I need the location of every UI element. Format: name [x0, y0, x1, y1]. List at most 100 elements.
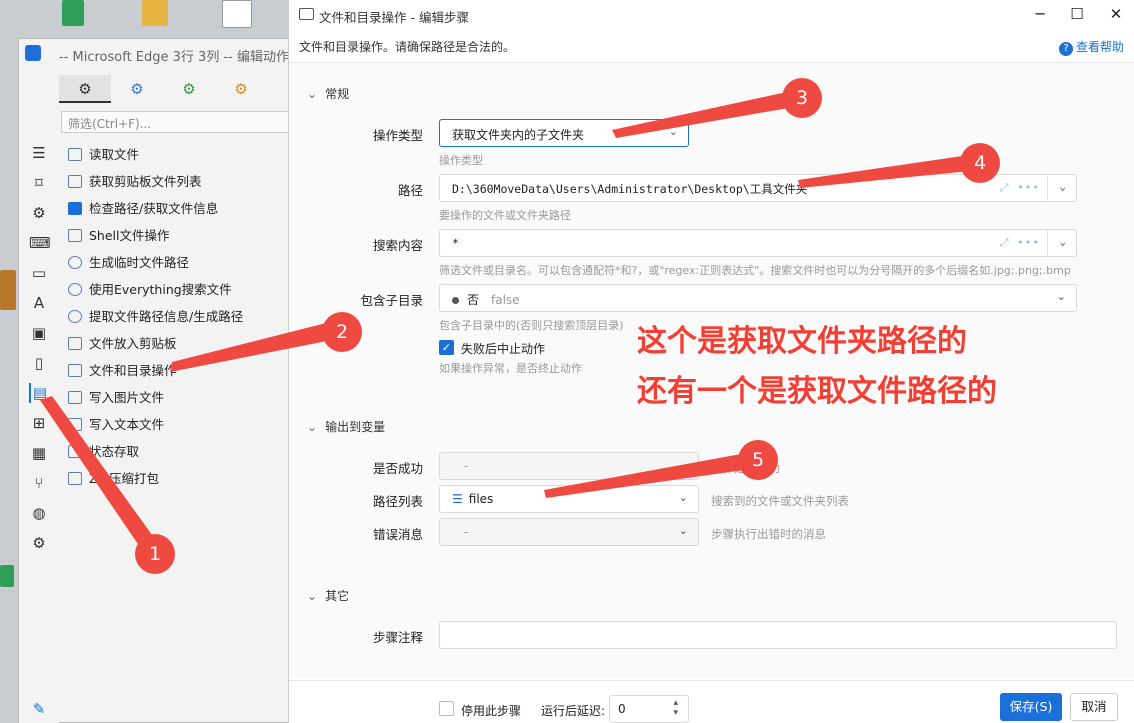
gear-icon: [68, 310, 82, 323]
clipboard-icon[interactable]: ▯: [29, 353, 49, 373]
help-icon: ?: [1059, 42, 1073, 56]
error-label: 错误消息: [372, 527, 423, 542]
spinner-icon[interactable]: ▴ ▾: [673, 698, 678, 718]
desktop-app-icon[interactable]: [0, 270, 16, 310]
action-item[interactable]: 文件放入剪贴板: [63, 330, 289, 357]
chevron-down-icon[interactable]: ⌄: [1059, 180, 1066, 193]
text-file-icon: [68, 418, 82, 431]
action-item[interactable]: 写入图片文件: [63, 384, 289, 411]
maximize-button[interactable]: ☐: [1066, 4, 1088, 24]
more-icon[interactable]: ⤢ •••: [1000, 181, 1040, 195]
subdir-label: 包含子目录: [360, 293, 423, 308]
document-icon[interactable]: [222, 0, 252, 28]
background-title-bar: -- Microsoft Edge 3行 3列 -- 编辑动作: [19, 39, 289, 69]
path-label: 路径: [397, 183, 423, 198]
search-help: 筛选文件或目录名。可以包含通配符*和?，或"regex:正则表达式"。搜索文件时…: [439, 264, 1071, 277]
branch-icon[interactable]: ⑂: [29, 473, 49, 493]
cancel-button[interactable]: 取消: [1070, 693, 1118, 721]
section-general[interactable]: ⌄ 常规: [307, 85, 349, 102]
op-type-select[interactable]: 获取文件夹内的子文件夹 ⌄: [439, 119, 689, 147]
action-item[interactable]: 写入文本文件: [63, 411, 289, 438]
chevron-down-icon: ⌄: [307, 420, 318, 434]
action-item[interactable]: 获取剪贴板文件列表: [63, 168, 289, 195]
text-icon[interactable]: A: [29, 293, 49, 313]
edit-step-dialog: 文件和目录操作 - 编辑步骤 ─ ☐ ✕ 文件和目录操作。请确保路径是合法的。 …: [288, 0, 1134, 723]
search-input[interactable]: * ⤢ ••• ⌄: [439, 229, 1077, 257]
section-output[interactable]: ⌄ 输出到变量: [307, 418, 385, 435]
shell-icon: [68, 229, 82, 242]
subdir-select[interactable]: 否 false ⌄: [439, 284, 1077, 312]
delay-input[interactable]: 0 ▴ ▾: [609, 695, 689, 723]
bookmark-icon[interactable]: ⌑: [29, 173, 49, 193]
category-sidebar: ☰ ⌑ ⚙ ⌨ ▭ A ▣ ▯ ▤ ⊞ ▦ ⑂ ◍ ⚙ ✎: [19, 139, 59, 723]
section-other[interactable]: ⌄ 其它: [307, 587, 349, 604]
tab-green-gear-icon[interactable]: ⚙: [163, 75, 215, 103]
help-link[interactable]: ? 查看帮助: [1059, 38, 1124, 56]
app-logo-icon: [25, 45, 41, 61]
file-icon[interactable]: ▤: [29, 383, 49, 403]
clipboard-icon: [68, 337, 82, 350]
chevron-down-icon: ⌄: [1056, 290, 1066, 303]
chevron-down-icon: ⌄: [307, 87, 318, 101]
window-icon[interactable]: ▭: [29, 263, 49, 283]
action-item[interactable]: 读取文件: [63, 141, 289, 168]
list-icon: ☰: [452, 492, 463, 506]
action-item[interactable]: Shell文件操作: [63, 222, 289, 249]
desktop-excel-icon[interactable]: [0, 565, 14, 587]
note-input[interactable]: [439, 621, 1117, 649]
settings-icon[interactable]: ⚙: [29, 203, 49, 223]
action-list: 读取文件 获取剪贴板文件列表 检查路径/获取文件信息 Shell文件操作 生成临…: [63, 141, 289, 492]
folder-icon: [68, 148, 82, 161]
grid-icon[interactable]: ▦: [29, 443, 49, 463]
image-icon[interactable]: ▣: [29, 323, 49, 343]
image-file-icon: [68, 391, 82, 404]
search-label: 搜索内容: [372, 238, 423, 253]
menu-icon[interactable]: ☰: [29, 143, 49, 163]
disable-step-checkbox[interactable]: [439, 701, 454, 716]
wrench-icon[interactable]: ✎: [29, 699, 49, 719]
action-item[interactable]: Zip压缩打包: [63, 465, 289, 492]
tab-blue-gear-icon[interactable]: ⚙: [111, 75, 163, 103]
keyboard-icon[interactable]: ⌨: [29, 233, 51, 253]
stop-on-fail-label: 失败后中止动作: [461, 342, 546, 356]
windows-icon[interactable]: ⊞: [29, 413, 49, 433]
pathlist-select[interactable]: ☰ files ⌄: [439, 485, 699, 513]
chevron-down-icon[interactable]: ⌄: [1059, 235, 1066, 248]
action-item-selected[interactable]: 文件和目录操作: [63, 357, 289, 384]
tab-orange-gear-icon[interactable]: ⚙: [215, 75, 267, 103]
chevron-down-icon: ⌄: [678, 458, 688, 471]
chevron-down-icon: ⌄: [307, 589, 318, 603]
annotation-number-2: 2: [322, 312, 362, 352]
globe-icon[interactable]: ◍: [29, 503, 49, 523]
more-icon[interactable]: ⤢ •••: [1000, 236, 1040, 250]
gears-icon[interactable]: ⚙: [29, 533, 49, 553]
action-item[interactable]: 提取文件路径信息/生成路径: [63, 303, 289, 330]
folder-icon: [68, 364, 82, 377]
success-select[interactable]: - ⌄: [439, 452, 699, 480]
folder-icon[interactable]: [142, 0, 168, 26]
op-type-help: 操作类型: [439, 154, 483, 167]
tab-general-gear-icon[interactable]: ⚙: [59, 75, 111, 103]
close-button[interactable]: ✕: [1105, 4, 1127, 24]
error-select[interactable]: - ⌄: [439, 518, 699, 546]
annotation-number-3: 3: [782, 78, 822, 118]
check-path-icon: [68, 202, 82, 215]
pathlist-label: 路径列表: [372, 494, 423, 509]
minimize-button[interactable]: ─: [1029, 4, 1051, 24]
folder-icon: [299, 8, 314, 20]
dialog-title: 文件和目录操作 - 编辑步骤: [319, 10, 469, 25]
category-tabs: ⚙ ⚙ ⚙ ⚙: [59, 75, 289, 103]
filter-input[interactable]: 筛选(Ctrl+F)...: [61, 111, 289, 133]
chevron-down-icon: ⌄: [678, 524, 688, 537]
stop-on-fail-checkbox[interactable]: ✓: [439, 340, 454, 355]
success-label: 是否成功: [372, 461, 423, 476]
excel-file-icon[interactable]: [62, 0, 84, 26]
action-item[interactable]: 检查路径/获取文件信息: [63, 195, 289, 222]
error-help: 步骤执行出错时的消息: [711, 527, 826, 541]
save-button[interactable]: 保存(S): [1000, 693, 1062, 721]
action-item[interactable]: 生成临时文件路径: [63, 249, 289, 276]
dialog-title-bar: 文件和目录操作 - 编辑步骤 ─ ☐ ✕: [289, 0, 1134, 30]
background-window-title: -- Microsoft Edge 3行 3列 -- 编辑动作: [59, 50, 289, 65]
action-item[interactable]: 状态存取: [63, 438, 289, 465]
action-item[interactable]: 使用Everything搜索文件: [63, 276, 289, 303]
